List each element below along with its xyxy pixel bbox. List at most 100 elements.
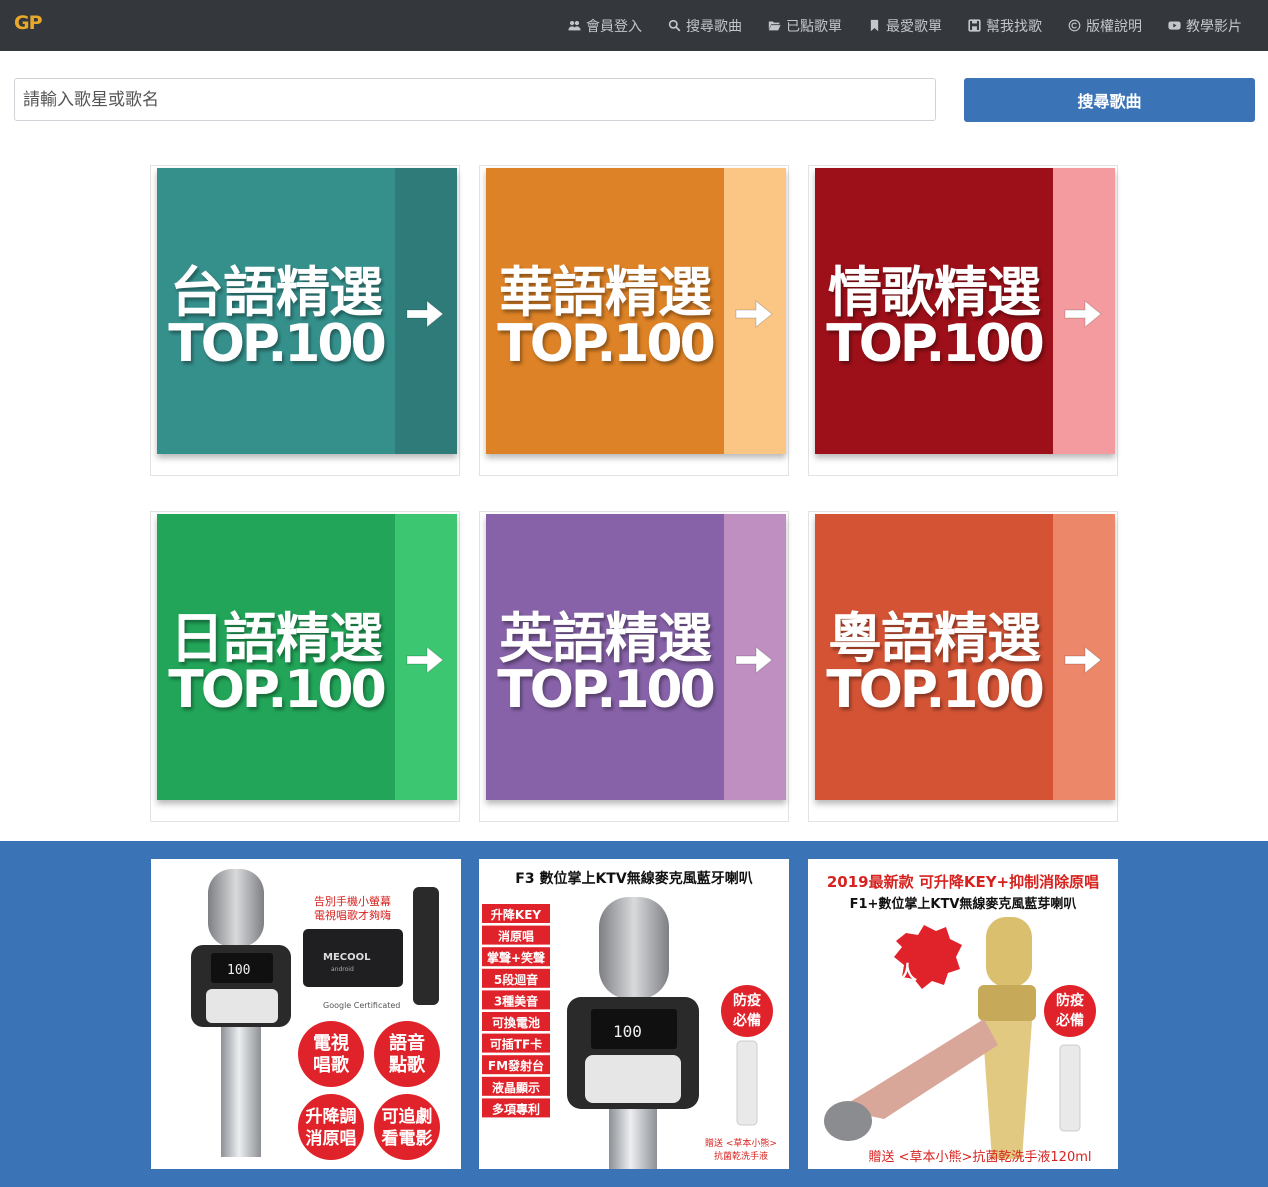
feature-label: 5段迴音	[494, 972, 538, 987]
ad-image: 2019最新款 可升降KEY+抑制消除原唱 F1+數位掌上KTV無線麥克風藍芽喇…	[824, 873, 1099, 1165]
mic-gold-head	[986, 917, 1032, 987]
feature-label: 可插TF卡	[490, 1037, 542, 1052]
svg-text:看電影: 看電影	[381, 1128, 433, 1149]
mic-handle	[221, 1027, 261, 1157]
nav-label: 版權說明	[1086, 18, 1142, 35]
nav-label: 幫我找歌	[986, 18, 1042, 35]
sanitizer-bottle	[1059, 1044, 1081, 1132]
tile-subtitle: TOP.100	[497, 660, 716, 720]
gift-text: 贈送 <草本小熊>抗菌乾洗手液120ml	[868, 1149, 1091, 1165]
tile-subtitle: TOP.100	[826, 660, 1045, 720]
tile-cantonese-top100[interactable]: 粵語精選 TOP.100	[808, 511, 1118, 822]
nav-item-tutorial-videos[interactable]: 教學影片	[1168, 16, 1242, 36]
svg-text:雙人: 雙人	[879, 961, 918, 984]
ad-heading: 2019最新款 可升降KEY+抑制消除原唱	[827, 873, 1099, 891]
search-input[interactable]	[14, 78, 936, 121]
brand-logo[interactable]: GP	[14, 12, 43, 34]
search-button[interactable]: 搜尋歌曲	[964, 78, 1255, 122]
feature-label: 消原唱	[498, 929, 534, 944]
mic-display-text: 100	[613, 1022, 642, 1041]
tile-face: 情歌精選 TOP.100	[815, 168, 1115, 454]
save-icon	[968, 19, 981, 32]
feature-list: 升降KEY 消原唱掌聲+笑聲 5段迴音 3種美音可換電池可插TF卡 FM發射台液晶顯示多…	[482, 904, 550, 1118]
tile-face: 英語精選 TOP.100	[486, 514, 786, 800]
youtube-icon	[1168, 19, 1181, 32]
remote-control	[413, 887, 439, 1005]
nav-label: 會員登入	[586, 18, 642, 35]
box-brand: MECOOL	[323, 952, 371, 963]
feature-label: 可換電池	[492, 1015, 540, 1030]
feature-label: 掌聲+笑聲	[487, 950, 545, 965]
folder-open-icon	[768, 19, 781, 32]
feature-label: 3種美音	[494, 993, 538, 1008]
gift-line-1: 贈送 <草本小熊>	[705, 1137, 777, 1149]
ad-image: F3 數位掌上KTV無線麥克風藍牙喇叭 升降KEY 消原唱掌聲+笑聲 5段迴音 3種美…	[482, 870, 777, 1169]
nav-label: 教學影片	[1186, 18, 1242, 35]
box-sub: android	[331, 966, 354, 973]
tile-subtitle: TOP.100	[497, 314, 716, 374]
arrow-right-icon	[735, 299, 773, 329]
sanitizer-bottle	[736, 1040, 758, 1126]
category-tiles: 台語精選 TOP.100 華語精選 TOP.100 情歌精選 TOP.100 日…	[150, 165, 1120, 825]
arrow-right-icon	[1064, 299, 1102, 329]
svg-text:點歌: 點歌	[388, 1054, 426, 1076]
badge-tv-singing	[298, 1021, 364, 1087]
gift-line-2: 抗菌乾洗手液	[714, 1150, 768, 1162]
svg-text:電視: 電視	[313, 1032, 349, 1054]
tile-face: 華語精選 TOP.100	[486, 168, 786, 454]
ad-f3-microphone[interactable]: F3 數位掌上KTV無線麥克風藍牙喇叭 升降KEY 消原唱掌聲+笑聲 5段迴音 3種美…	[479, 859, 789, 1169]
google-certified: Google Certificated	[323, 1001, 400, 1010]
ad-f1-microphone[interactable]: 2019最新款 可升降KEY+抑制消除原唱 F1+數位掌上KTV無線麥克風藍芽喇…	[808, 859, 1118, 1169]
nav-label: 搜尋歌曲	[686, 18, 742, 35]
svg-text:必備: 必備	[732, 1012, 761, 1029]
svg-text:防疫: 防疫	[1056, 992, 1084, 1009]
tile-face: 粵語精選 TOP.100	[815, 514, 1115, 800]
tile-mandarin-top100[interactable]: 華語精選 TOP.100	[479, 165, 789, 476]
svg-text:語音: 語音	[389, 1032, 425, 1054]
top-navbar: GP 會員登入 搜尋歌曲 已點歌單 最愛歌單 幫我找歌 版權說明 教學影片	[0, 0, 1268, 51]
nav-item-search-songs[interactable]: 搜尋歌曲	[668, 16, 742, 36]
nav-item-ordered-list[interactable]: 已點歌單	[768, 16, 842, 36]
feature-label: 升降KEY	[491, 907, 541, 922]
nav-item-member-login[interactable]: 會員登入	[568, 16, 642, 36]
mic-rose-head	[824, 1101, 872, 1141]
tile-love-songs-top100[interactable]: 情歌精選 TOP.100	[808, 165, 1118, 476]
mic-grille	[599, 897, 669, 999]
tile-face: 日語精選 TOP.100	[157, 514, 457, 800]
mic-grille	[208, 869, 264, 947]
mic-display-text: 100	[227, 963, 250, 978]
badge-voice-request	[374, 1021, 440, 1087]
feature-label: 多項專利	[492, 1101, 540, 1116]
nav-menu: 會員登入 搜尋歌曲 已點歌單 最愛歌單 幫我找歌 版權說明 教學影片	[542, 0, 1242, 51]
svg-text:必備: 必備	[1055, 1012, 1084, 1029]
ad-tv-karaoke-box[interactable]: 100 告別手機小螢幕電視唱歌才夠嗨 MECOOL android Google…	[151, 859, 461, 1169]
feature-label: FM發射台	[488, 1058, 544, 1073]
ad-heading: F3 數位掌上KTV無線麥克風藍牙喇叭	[515, 870, 752, 887]
tile-face: 台語精選 TOP.100	[157, 168, 457, 454]
tile-japanese-top100[interactable]: 日語精選 TOP.100	[150, 511, 460, 822]
bookmark-icon	[868, 19, 881, 32]
arrow-right-icon	[406, 645, 444, 675]
tile-subtitle: TOP.100	[826, 314, 1045, 374]
svg-text:升降調: 升降調	[306, 1106, 357, 1127]
tile-english-top100[interactable]: 英語精選 TOP.100	[479, 511, 789, 822]
arrow-right-icon	[1064, 645, 1102, 675]
product-banner: 100 告別手機小螢幕電視唱歌才夠嗨 MECOOL android Google…	[0, 841, 1268, 1187]
tile-subtitle: TOP.100	[168, 660, 387, 720]
nav-item-favorites[interactable]: 最愛歌單	[868, 16, 942, 36]
badge-watch-shows	[374, 1094, 440, 1160]
ad-subheading: F1+數位掌上KTV無線麥克風藍芽喇叭	[850, 896, 1077, 912]
svg-text:可追劇: 可追劇	[382, 1106, 433, 1127]
mic-handle	[609, 1109, 657, 1169]
ad-callout: 告別手機小螢幕電視唱歌才夠嗨	[314, 894, 391, 922]
nav-label: 已點歌單	[786, 18, 842, 35]
svg-text:消原唱: 消原唱	[306, 1128, 357, 1149]
mic-rose-body	[838, 1019, 998, 1119]
badge-key-change	[298, 1094, 364, 1160]
tile-taiwanese-top100[interactable]: 台語精選 TOP.100	[150, 165, 460, 476]
tile-subtitle: TOP.100	[168, 314, 387, 374]
svg-text:唱歌: 唱歌	[313, 1054, 350, 1076]
copyright-icon	[1068, 19, 1081, 32]
nav-item-copyright[interactable]: 版權說明	[1068, 16, 1142, 36]
nav-item-find-song[interactable]: 幫我找歌	[968, 16, 1042, 36]
